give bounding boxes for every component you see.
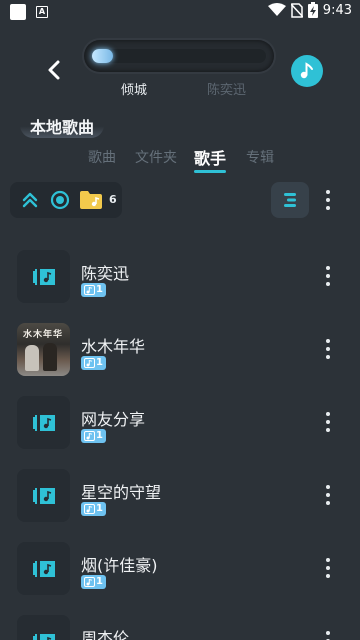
now-playing-artist[interactable]: 陈奕迅 [207, 79, 246, 98]
song-count: 1 [96, 576, 103, 587]
more-vertical-icon[interactable] [318, 627, 338, 640]
no-sim-icon [290, 2, 303, 18]
song-count: 1 [96, 503, 103, 514]
tab-bar: 歌曲 文件夹 歌手 专辑 [0, 147, 360, 177]
song-count-icon [84, 431, 95, 441]
now-playing-button[interactable] [291, 55, 323, 87]
list-item[interactable]: 水木年华 水木年华 1 [0, 305, 360, 378]
more-vertical-icon[interactable] [318, 186, 338, 214]
artist-name: 网友分享 [81, 410, 146, 429]
locate-playing-button[interactable] [48, 188, 72, 212]
sort-lines-icon [284, 193, 296, 207]
folder-count: 6 [109, 193, 117, 206]
artist-folder-icon [32, 633, 55, 640]
more-vertical-icon[interactable] [318, 554, 338, 582]
artist-name: 周杰伦 [81, 629, 130, 640]
song-count-badge: 1 [81, 575, 106, 589]
song-count: 1 [96, 430, 103, 441]
target-icon [50, 190, 70, 210]
toolbar-group: 6 [10, 182, 122, 218]
more-vertical-icon[interactable] [318, 262, 338, 290]
sort-button[interactable] [271, 182, 309, 218]
song-count-icon [84, 285, 95, 295]
music-note-icon [300, 62, 313, 79]
collapse-button[interactable] [18, 188, 42, 212]
song-count-badge: 1 [81, 502, 106, 516]
wifi-icon [267, 3, 286, 16]
artist-folder-icon [32, 268, 55, 285]
playback-progress-bar[interactable] [84, 40, 274, 72]
list-item[interactable]: 烟(许佳豪) 1 [0, 524, 360, 597]
song-count: 1 [96, 284, 103, 295]
artist-placeholder-cover [17, 615, 70, 640]
tab-albums[interactable]: 专辑 [246, 147, 274, 167]
artist-folder-icon [32, 560, 55, 577]
double-chevron-up-icon [22, 192, 38, 208]
battery-charging-icon [307, 2, 318, 18]
artist-placeholder-cover [17, 469, 70, 522]
more-vertical-icon[interactable] [318, 408, 338, 436]
list-item[interactable]: 网友分享 1 [0, 378, 360, 451]
artist-name: 烟(许佳豪) [81, 556, 158, 575]
artist-name: 星空的守望 [81, 483, 162, 502]
now-playing-title[interactable]: 倾城 [121, 79, 147, 98]
artist-name: 陈奕迅 [81, 264, 130, 283]
app-notification-icon [10, 4, 26, 20]
artist-name: 水木年华 [81, 337, 146, 356]
song-count-badge: 1 [81, 283, 106, 297]
artist-placeholder-cover [17, 250, 70, 303]
song-count-badge: 1 [81, 429, 106, 443]
page-title: 本地歌曲 [20, 112, 105, 138]
scan-folders-button[interactable] [79, 188, 103, 212]
song-count: 1 [96, 357, 103, 368]
song-count-icon [84, 358, 95, 368]
cover-text: 水木年华 [23, 330, 64, 340]
a-notification-icon: A [36, 6, 48, 18]
song-count-icon [84, 504, 95, 514]
chevron-left-icon [48, 60, 60, 80]
progress-track [92, 49, 266, 63]
tab-artists[interactable]: 歌手 [194, 145, 226, 169]
tab-songs[interactable]: 歌曲 [88, 147, 116, 167]
progress-fill [92, 49, 113, 63]
artist-placeholder-cover [17, 542, 70, 595]
more-vertical-icon[interactable] [318, 481, 338, 509]
artist-folder-icon [32, 487, 55, 504]
status-bar: A 9:43 [0, 0, 360, 24]
back-button[interactable] [40, 56, 68, 84]
status-time: 9:43 [322, 2, 352, 18]
song-count-icon [84, 577, 95, 587]
active-tab-indicator [194, 170, 226, 173]
album-cover: 水木年华 [17, 323, 70, 376]
folder-music-icon [80, 191, 102, 209]
list-item[interactable]: 陈奕迅 1 [0, 232, 360, 305]
artist-placeholder-cover [17, 396, 70, 449]
artist-folder-icon [32, 414, 55, 431]
more-vertical-icon[interactable] [318, 335, 338, 363]
list-item[interactable]: 星空的守望 1 [0, 451, 360, 524]
song-count-badge: 1 [81, 356, 106, 370]
list-item[interactable]: 周杰伦1 [0, 597, 360, 640]
tab-folders[interactable]: 文件夹 [135, 147, 177, 167]
